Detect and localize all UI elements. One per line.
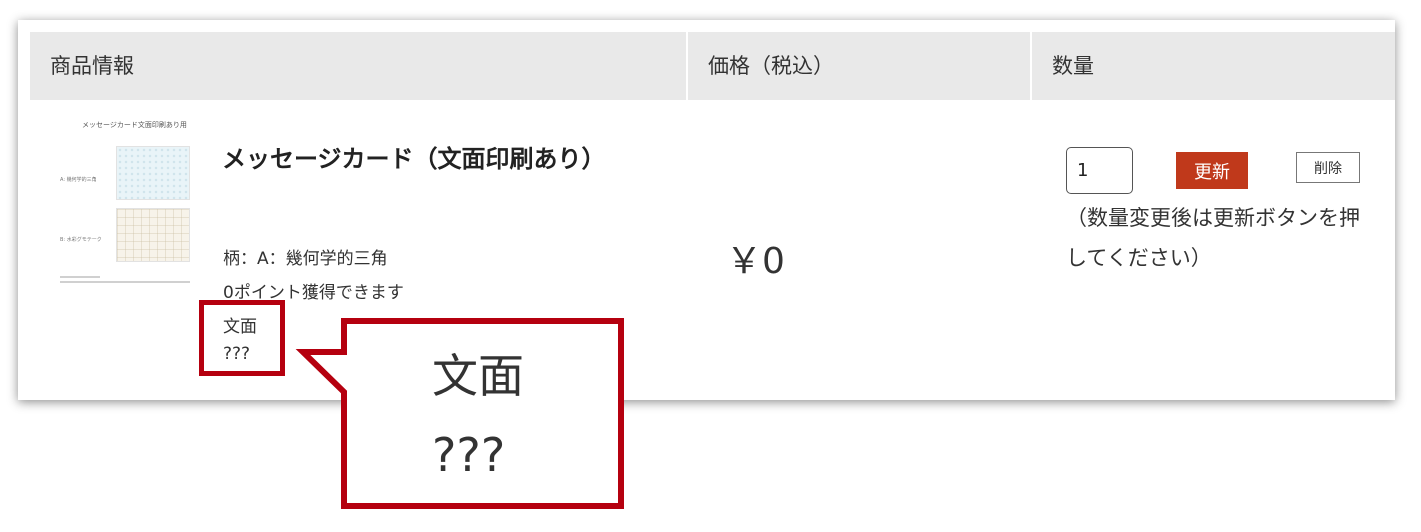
callout-line-1: 文面 <box>432 349 524 403</box>
callout-line-2: ??? <box>432 428 506 482</box>
callout-bubble <box>295 318 624 509</box>
